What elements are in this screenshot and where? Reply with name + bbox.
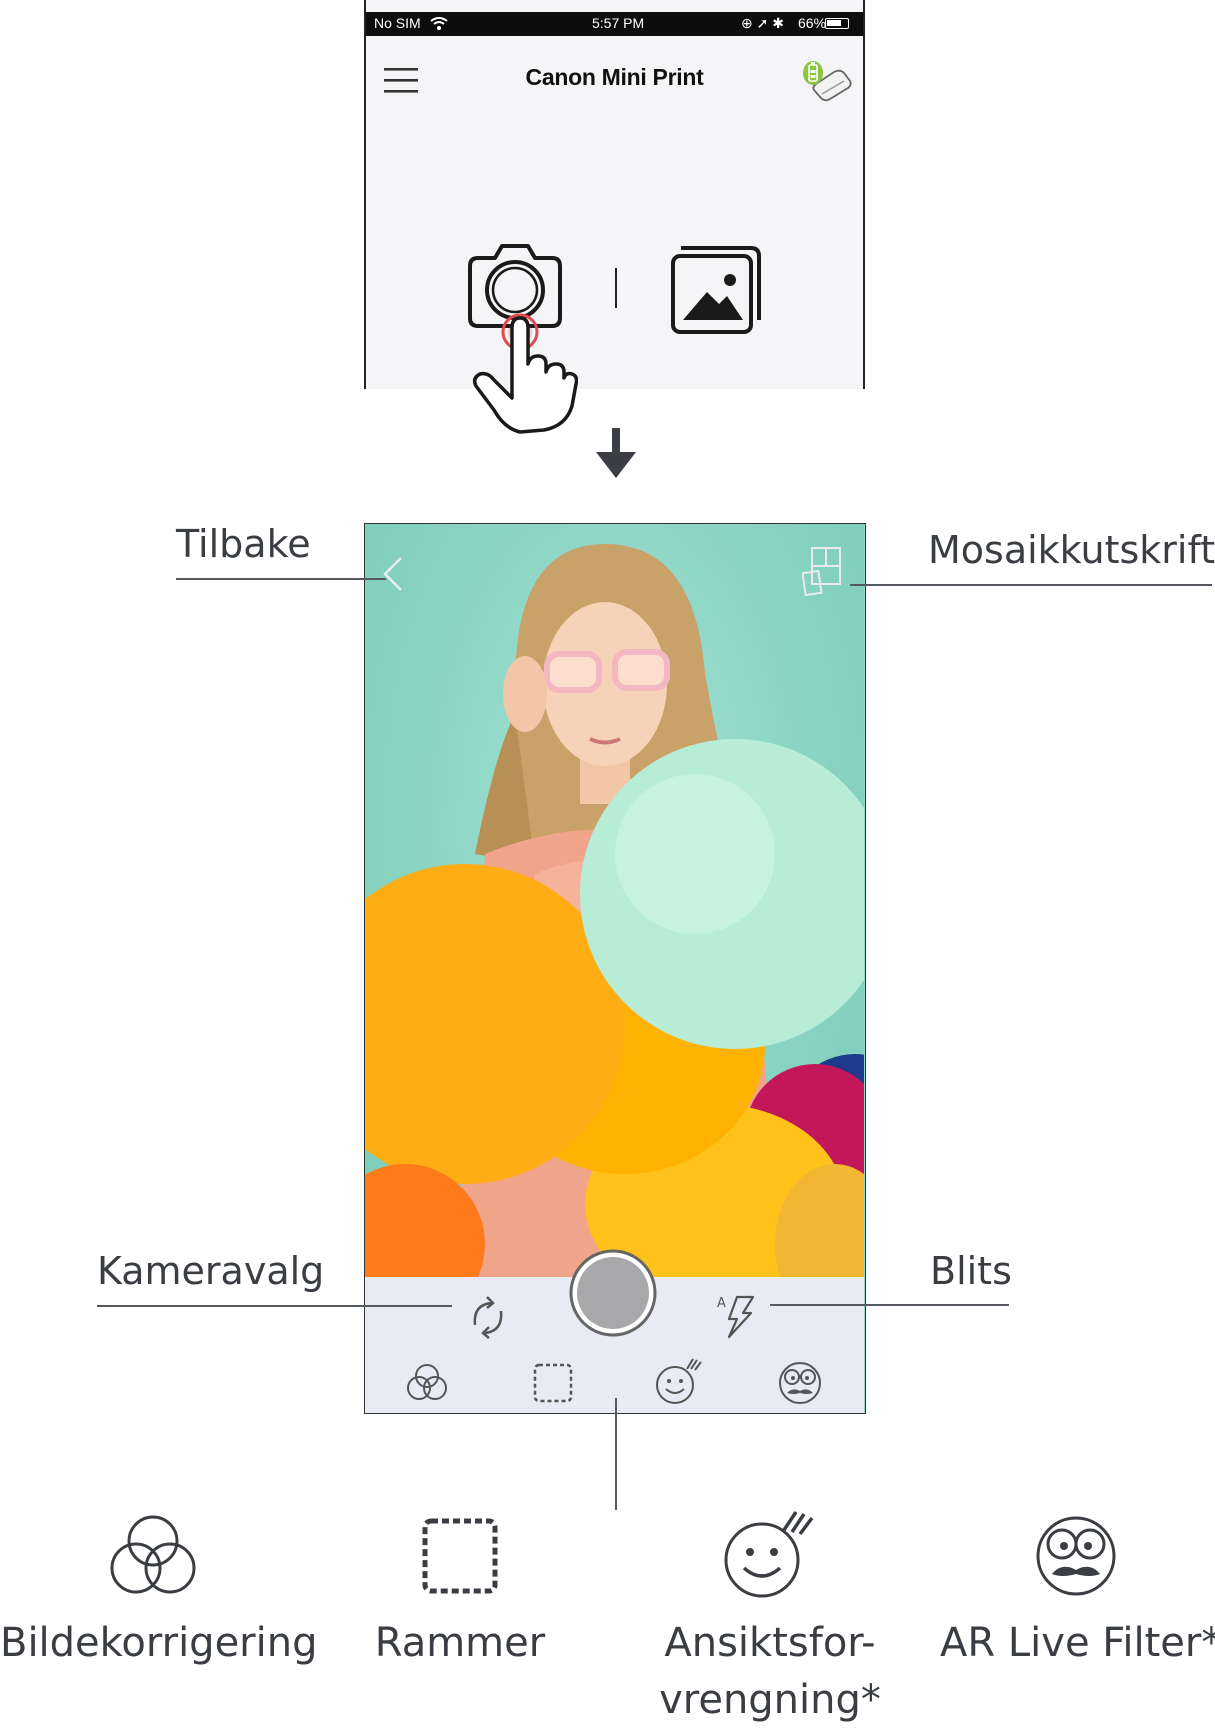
back-callout-line xyxy=(176,578,386,580)
camera-select-callout-label: Kameravalg xyxy=(97,1249,325,1293)
back-icon[interactable] xyxy=(381,556,405,592)
toolbar-callout-line xyxy=(615,1398,617,1510)
camera-toolbar: A xyxy=(365,1249,864,1413)
feature-label-face-distortion-1: Ansiktsfor- xyxy=(664,1620,876,1666)
feature-label-image-adjust: Bildekorrigering xyxy=(0,1620,318,1666)
status-bar: No SIM 5:57 PM ⊕ ➚ ✱ 66% xyxy=(366,12,863,36)
divider xyxy=(615,268,617,308)
ar-filter-icon xyxy=(1036,1516,1116,1596)
flash-auto-icon[interactable]: A xyxy=(715,1291,761,1341)
ar-filter-icon[interactable] xyxy=(775,1359,825,1405)
image-adjust-icon xyxy=(110,1515,196,1594)
gallery-icon[interactable] xyxy=(669,240,765,336)
svg-text:A: A xyxy=(717,1296,726,1311)
home-screen: No SIM 5:57 PM ⊕ ➚ ✱ 66% Canon Mini Prin… xyxy=(364,0,865,389)
battery-text: 66% xyxy=(798,15,827,31)
face-distortion-icon[interactable] xyxy=(653,1357,703,1407)
printer-status-icon[interactable] xyxy=(800,58,854,106)
clock-text: 5:57 PM xyxy=(592,15,645,31)
tap-hand-icon xyxy=(472,313,578,434)
shutter-button[interactable] xyxy=(567,1247,659,1339)
frames-icon xyxy=(422,1518,498,1594)
mosaic-callout-line xyxy=(850,584,1212,586)
flash-callout-label: Blits xyxy=(930,1249,1012,1293)
battery-icon xyxy=(825,18,849,29)
status-icons: ⊕ ➚ ✱ xyxy=(741,15,784,31)
flip-camera-icon[interactable] xyxy=(465,1295,511,1341)
feature-label-ar-filter: AR Live Filter* xyxy=(940,1620,1215,1666)
preview-photo xyxy=(365,544,864,1277)
frames-icon[interactable] xyxy=(531,1361,575,1405)
feature-label-face-distortion-2: vrengning* xyxy=(659,1677,881,1723)
app-title: Canon Mini Print xyxy=(525,64,704,90)
mosaic-print-icon[interactable] xyxy=(802,546,844,598)
face-distortion-icon xyxy=(724,1511,814,1598)
carrier-text: No SIM xyxy=(374,15,421,31)
wifi-icon xyxy=(430,17,448,30)
mosaic-callout-label: Mosaikkutskrift xyxy=(928,528,1215,572)
image-adjust-icon[interactable] xyxy=(403,1361,451,1405)
down-arrow-icon xyxy=(596,428,636,478)
camera-preview xyxy=(365,524,864,1277)
camera-screen: A xyxy=(364,523,866,1414)
flash-callout-line xyxy=(770,1304,1009,1306)
camera-select-callout-line xyxy=(97,1305,452,1307)
feature-label-frames: Rammer xyxy=(374,1620,546,1666)
back-callout-label: Tilbake xyxy=(176,522,311,566)
